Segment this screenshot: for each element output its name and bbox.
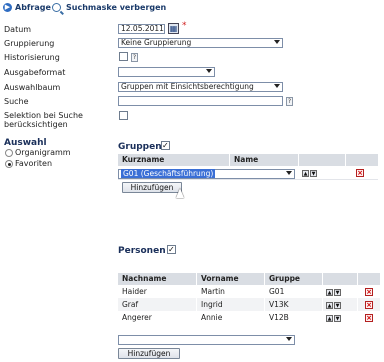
col-gruppe: Gruppe [265, 273, 322, 285]
table-row: Angerer Annie V12B ▲ ▼ × [118, 311, 380, 324]
move-down-icon[interactable]: ▼ [334, 289, 341, 296]
gruppe-select-value: G01 (Geschäftsführung) [121, 169, 216, 178]
delete-icon[interactable]: × [365, 288, 373, 296]
abfrage-label: Abfrage [15, 3, 51, 12]
nachname-cell: Graf [118, 298, 196, 311]
personen-hinzufuegen-button[interactable]: Hinzufügen [118, 348, 180, 359]
col-delete [358, 273, 380, 285]
datum-value: 12.05.2011 [121, 24, 164, 33]
move-down-icon[interactable]: ▼ [334, 315, 341, 322]
delete-icon[interactable]: × [365, 314, 373, 322]
suche-label: Suche [4, 97, 29, 106]
mouse-cursor-icon [176, 188, 184, 198]
suchmaske-verbergen-label: Suchmaske verbergen [66, 3, 167, 12]
gruppen-title: Gruppen [118, 142, 162, 152]
auswahl-title: Auswahl [4, 138, 47, 148]
required-marker: * [182, 21, 187, 31]
gruppierung-label: Gruppierung [4, 39, 55, 48]
auswahlbaum-select[interactable]: Gruppen mit Einsichtsberechtigung [118, 82, 283, 92]
move-up-icon[interactable]: ▲ [326, 302, 333, 309]
datum-label: Datum [4, 25, 32, 34]
favoriten-label: Favoriten [15, 159, 53, 168]
move-up-icon[interactable]: ▲ [302, 170, 309, 177]
vorname-cell: Martin [197, 285, 264, 298]
delete-icon[interactable]: × [365, 301, 373, 309]
col-name: Name [230, 154, 298, 166]
run-arrow-icon: ▶ [3, 3, 12, 12]
reorder-buttons[interactable]: ▲ ▼ [326, 315, 341, 322]
personen-checkbox[interactable] [167, 245, 176, 254]
delete-icon[interactable]: × [356, 169, 364, 177]
table-row: Haider Martin G01 ▲ ▼ × [118, 285, 380, 298]
historisierung-label: Historisierung [4, 53, 60, 62]
reorder-buttons[interactable]: ▲ ▼ [302, 170, 317, 177]
gruppen-hinzufuegen-button[interactable]: Hinzufügen [122, 182, 182, 193]
auswahlbaum-value: Gruppen mit Einsichtsberechtigung [121, 82, 254, 91]
search-icon [52, 3, 61, 12]
nachname-cell: Haider [118, 285, 196, 298]
move-up-icon[interactable]: ▲ [326, 315, 333, 322]
move-down-icon[interactable]: ▼ [310, 170, 317, 177]
organigramm-label: Organigramm [15, 148, 71, 157]
chevron-down-icon [274, 40, 280, 44]
gruppe-cell: V13K [265, 298, 322, 311]
radio-organigramm[interactable] [5, 149, 13, 157]
gruppierung-select[interactable]: Keine Gruppierung [118, 38, 283, 48]
gruppe-cell: G01 [265, 285, 322, 298]
suche-input[interactable] [118, 96, 283, 106]
chevron-down-icon [286, 171, 292, 175]
gruppe-select[interactable]: G01 (Geschäftsführung) [118, 169, 295, 179]
personen-table: Nachname Vorname Gruppe Haider Martin G0… [118, 273, 380, 324]
person-select[interactable] [118, 335, 295, 345]
move-down-icon[interactable]: ▼ [334, 302, 341, 309]
suchmaske-verbergen-button[interactable]: Suchmaske verbergen [52, 3, 166, 12]
chevron-down-icon [286, 337, 292, 341]
help-icon[interactable]: ? [286, 97, 293, 106]
abfrage-button[interactable]: ▶ Abfrage [3, 3, 51, 12]
radio-favoriten[interactable] [5, 160, 13, 168]
gruppen-checkbox[interactable] [161, 141, 170, 150]
vorname-cell: Annie [197, 311, 264, 324]
vorname-cell: Ingrid [197, 298, 264, 311]
ausgabeformat-select[interactable] [118, 67, 215, 77]
gruppierung-value: Keine Gruppierung [121, 38, 192, 47]
gruppe-cell: V12B [265, 311, 322, 324]
chevron-down-icon [206, 69, 212, 73]
reorder-buttons[interactable]: ▲ ▼ [326, 302, 341, 309]
col-kurzname: Kurzname [118, 154, 229, 166]
selektion-label: Selektion bei Suche berücksichtigen [4, 111, 83, 129]
col-delete [346, 154, 378, 166]
col-order [323, 273, 357, 285]
ausgabeformat-label: Ausgabeformat [4, 68, 66, 77]
historisierung-checkbox[interactable] [119, 52, 128, 61]
calendar-icon[interactable]: ▦ [168, 23, 179, 34]
selektion-checkbox[interactable] [119, 111, 128, 120]
col-nachname: Nachname [118, 273, 196, 285]
col-order [299, 154, 345, 166]
nachname-cell: Angerer [118, 311, 196, 324]
reorder-buttons[interactable]: ▲ ▼ [326, 289, 341, 296]
datum-field[interactable]: 12.05.2011 [118, 24, 165, 34]
move-up-icon[interactable]: ▲ [326, 289, 333, 296]
auswahlbaum-label: Auswahlbaum [4, 83, 61, 92]
table-row: Graf Ingrid V13K ▲ ▼ × [118, 298, 380, 311]
col-vorname: Vorname [197, 273, 264, 285]
help-icon[interactable]: ? [131, 53, 138, 62]
personen-title: Personen [118, 246, 166, 256]
chevron-down-icon [274, 84, 280, 88]
